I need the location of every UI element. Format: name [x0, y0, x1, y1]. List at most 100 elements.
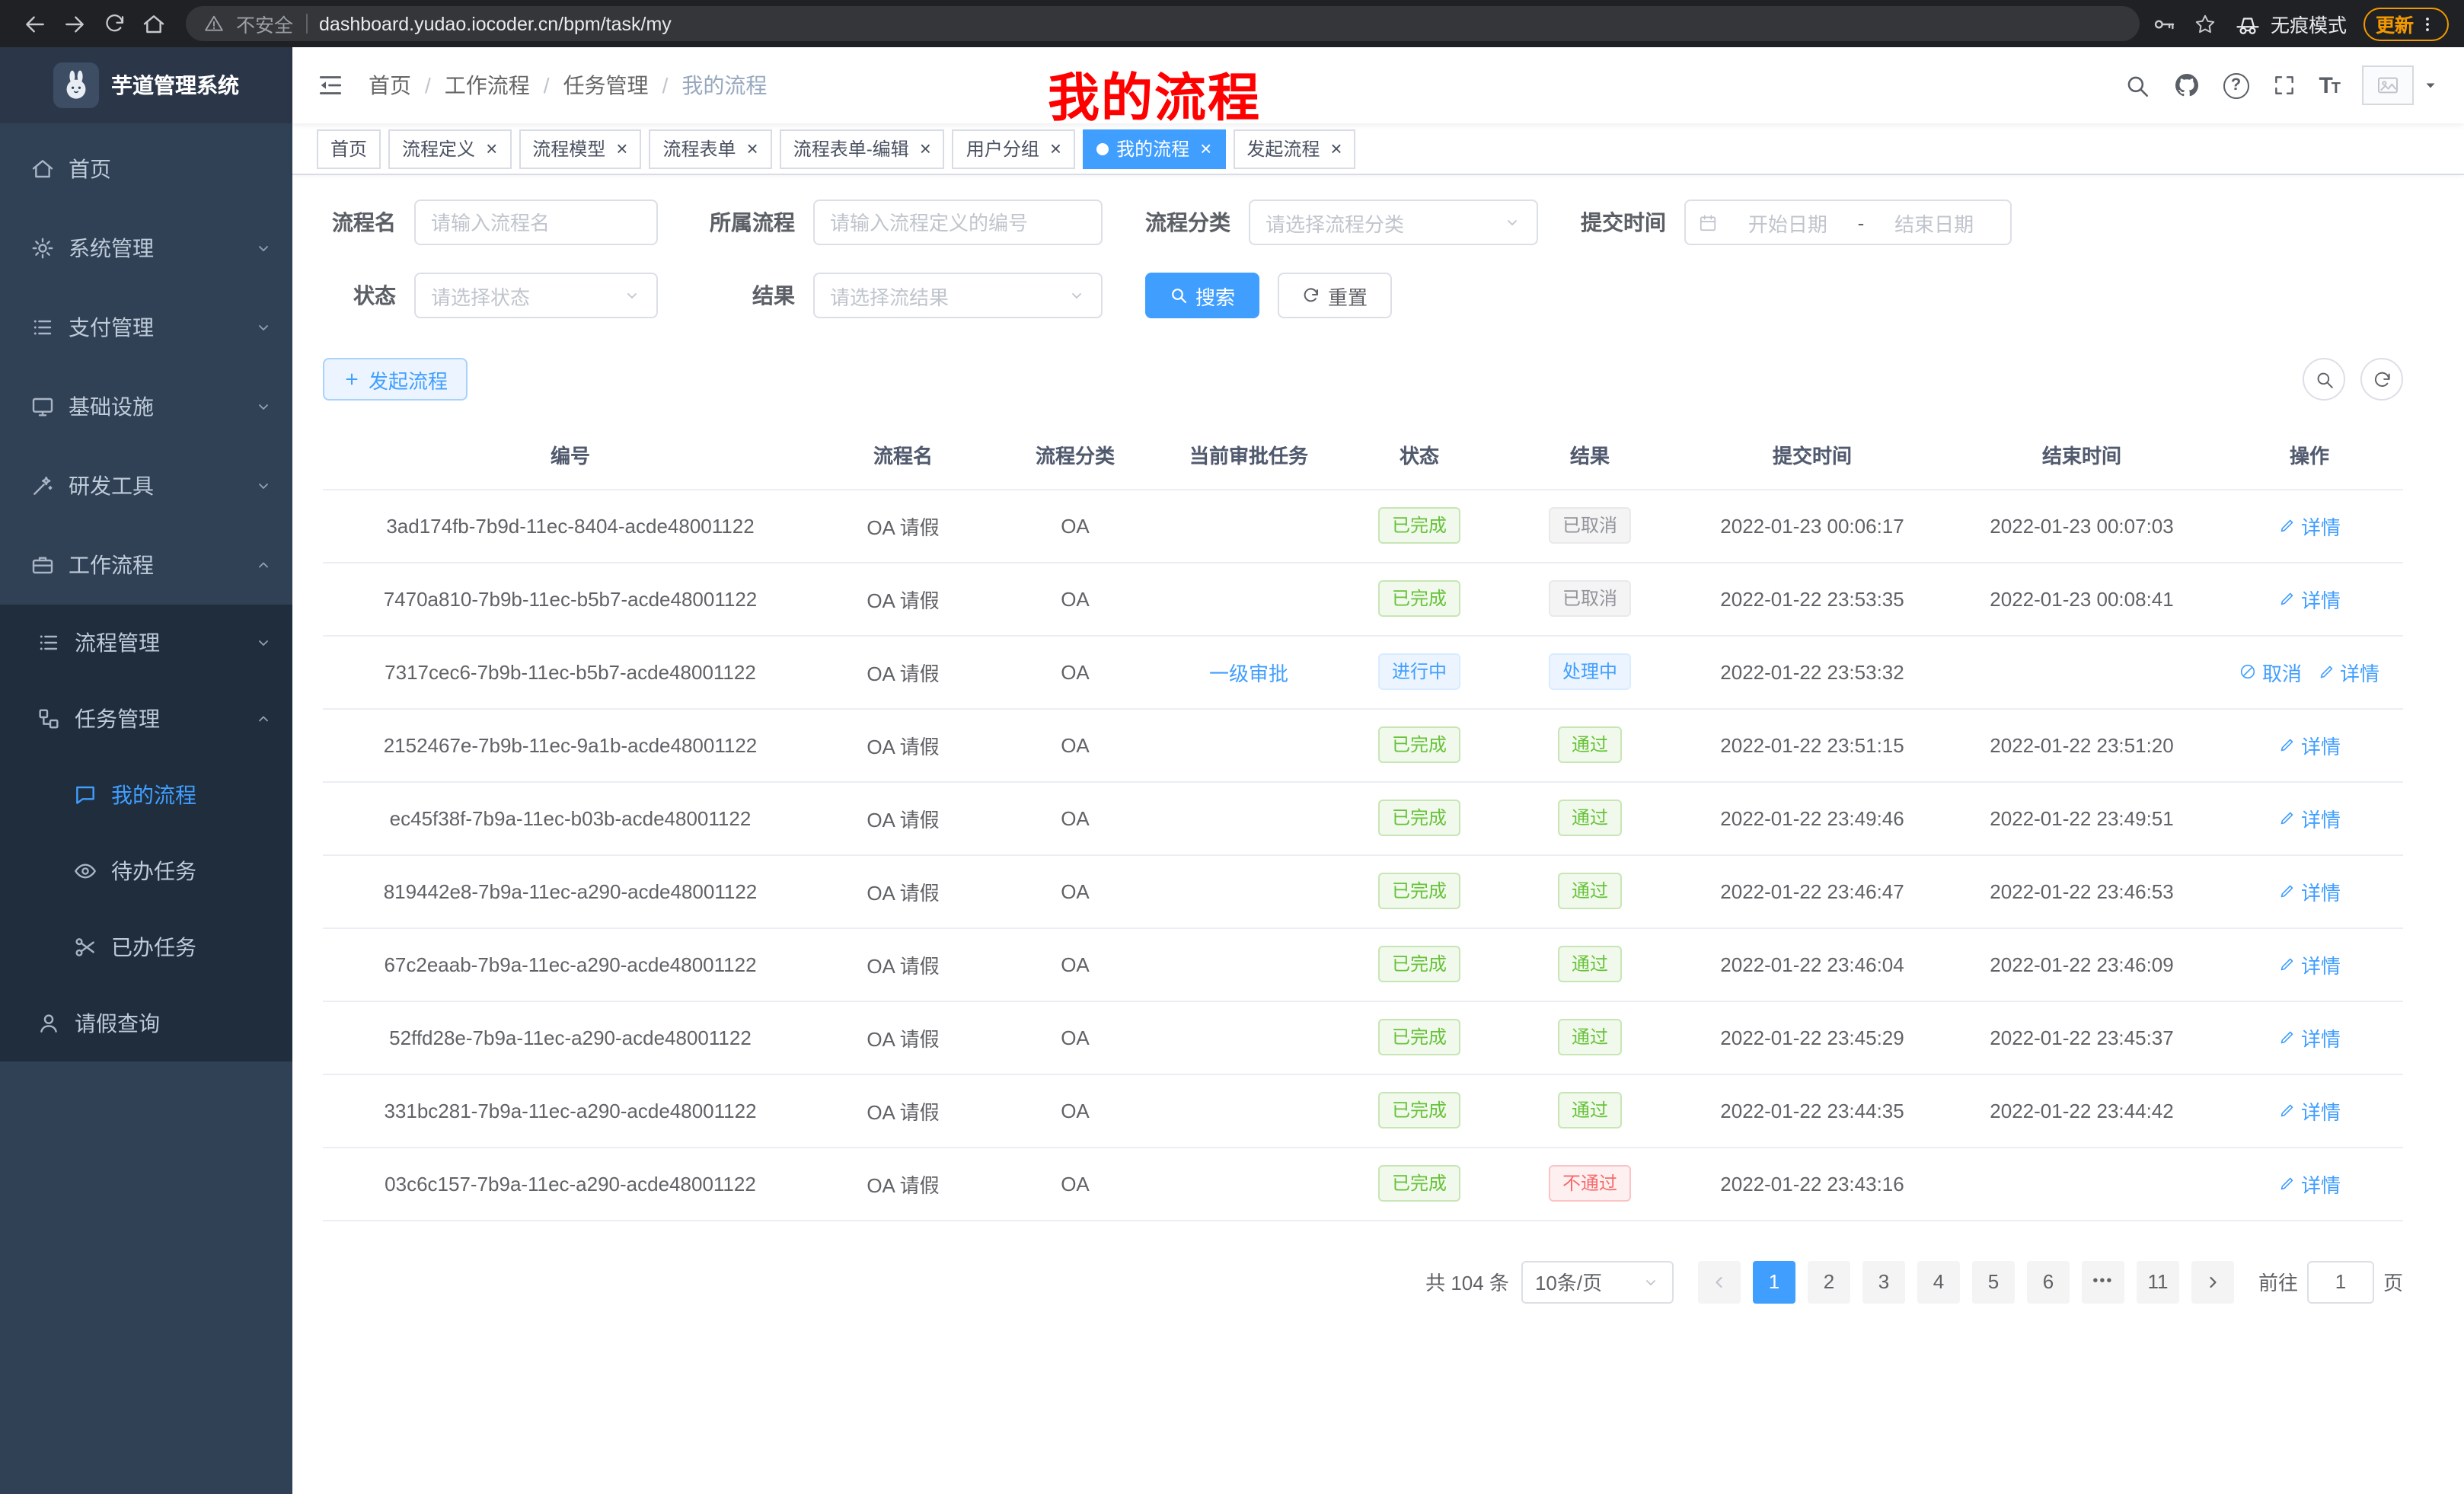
page-button-6[interactable]: 6: [2027, 1260, 2070, 1303]
page-button-1[interactable]: 1: [1753, 1260, 1795, 1303]
sidebar-item-dev-tools[interactable]: 研发工具: [0, 446, 292, 525]
tab-发起流程[interactable]: 发起流程×: [1233, 129, 1355, 168]
page-button-4[interactable]: 4: [1917, 1260, 1960, 1303]
table-row: 2152467e-7b9b-11ec-9a1b-acde48001122OA 请…: [323, 708, 2403, 781]
detail-action-link[interactable]: 详情: [2278, 730, 2341, 759]
result-tag: 已取消: [1549, 507, 1631, 544]
page-size-select[interactable]: 10条/页: [1521, 1260, 1674, 1303]
page-button-11[interactable]: 11: [2137, 1260, 2179, 1303]
security-label[interactable]: 不安全: [236, 9, 293, 38]
password-key-button[interactable]: [2152, 11, 2176, 36]
detail-action-link[interactable]: 详情: [2278, 1169, 2341, 1198]
process-definition-input-field[interactable]: [830, 211, 1086, 234]
col-header-id: 编号: [323, 422, 818, 489]
detail-action-link[interactable]: 详情: [2278, 803, 2341, 832]
prev-page-button[interactable]: [1698, 1260, 1741, 1303]
page-button-5[interactable]: 5: [1972, 1260, 2015, 1303]
sidebar-item-home[interactable]: 首页: [0, 129, 292, 209]
detail-action-link[interactable]: 详情: [2278, 1096, 2341, 1125]
submit-time-range-picker[interactable]: 开始日期 - 结束日期: [1684, 200, 2012, 245]
chevron-down-icon: [254, 318, 273, 337]
sidebar-item-system-mgmt[interactable]: 系统管理: [0, 209, 292, 288]
url-text[interactable]: dashboard.yudao.iocoder.cn/bpm/task/my: [319, 13, 672, 34]
tab-close-icon[interactable]: ×: [1050, 139, 1061, 158]
user-menu[interactable]: [2362, 65, 2440, 105]
header-search-button[interactable]: [2124, 72, 2150, 98]
page-button-3[interactable]: 3: [1862, 1260, 1905, 1303]
cell-current-task: [1162, 562, 1336, 635]
browser-reload-button[interactable]: [94, 4, 134, 43]
tab-close-icon[interactable]: ×: [1200, 139, 1211, 158]
sidebar-item-workflow[interactable]: 工作流程: [0, 525, 292, 605]
process-definition-input[interactable]: [813, 200, 1103, 245]
date-start-placeholder[interactable]: 开始日期: [1724, 208, 1852, 237]
detail-action-link[interactable]: 详情: [2278, 584, 2341, 613]
browser-forward-button[interactable]: [55, 4, 94, 43]
process-name-input-field[interactable]: [431, 211, 641, 234]
tab-close-icon[interactable]: ×: [616, 139, 627, 158]
goto-page-input[interactable]: [2307, 1260, 2374, 1303]
date-end-placeholder[interactable]: 结束日期: [1870, 208, 1998, 237]
sidebar-item-label: 待办任务: [111, 856, 273, 886]
browser-home-button[interactable]: [134, 4, 174, 43]
browser-update-menu-button[interactable]: 更新: [2363, 7, 2449, 40]
detail-action-link[interactable]: 详情: [2317, 657, 2379, 686]
breadcrumb-task-mgmt[interactable]: 任务管理: [563, 70, 649, 101]
next-page-button[interactable]: [2191, 1260, 2234, 1303]
user-icon: [37, 1011, 61, 1036]
cell-result: 通过: [1503, 781, 1677, 854]
create-process-button[interactable]: 发起流程: [323, 358, 468, 401]
sidebar-item-process-mgmt[interactable]: 流程管理: [0, 605, 292, 681]
reset-button[interactable]: 重置: [1278, 273, 1392, 318]
fullscreen-button[interactable]: [2271, 73, 2296, 97]
process-name-input[interactable]: [414, 200, 658, 245]
tab-close-icon[interactable]: ×: [747, 139, 758, 158]
tab-流程表单-编辑[interactable]: 流程表单-编辑×: [780, 129, 945, 168]
tab-我的流程[interactable]: 我的流程×: [1083, 129, 1225, 168]
breadcrumb-workflow[interactable]: 工作流程: [445, 70, 530, 101]
sidebar-item-leave-query[interactable]: 请假查询: [0, 985, 292, 1061]
status-select[interactable]: 请选择状态: [414, 273, 658, 318]
detail-action-link[interactable]: 详情: [2278, 511, 2341, 540]
tab-close-icon[interactable]: ×: [920, 139, 931, 158]
list-icon: [37, 630, 61, 655]
tab-流程模型[interactable]: 流程模型×: [519, 129, 641, 168]
font-size-button[interactable]: TT: [2319, 72, 2339, 98]
help-button[interactable]: ?: [2223, 72, 2249, 98]
bookmark-button[interactable]: [2193, 11, 2217, 36]
sidebar-item-infrastructure[interactable]: 基础设施: [0, 367, 292, 446]
cell-name: OA 请假: [818, 927, 988, 1001]
sidebar-item-task-mgmt[interactable]: 任务管理: [0, 681, 292, 757]
sidebar-item-todo-tasks[interactable]: 待办任务: [0, 833, 292, 909]
detail-action-link[interactable]: 详情: [2278, 1023, 2341, 1052]
result-select[interactable]: 请选择流结果: [813, 273, 1103, 318]
page-button-list: 123456 ••• 11: [1698, 1260, 2234, 1303]
sidebar-item-done-tasks[interactable]: 已办任务: [0, 909, 292, 985]
tab-流程定义[interactable]: 流程定义×: [388, 129, 511, 168]
refresh-table-button[interactable]: [2360, 358, 2403, 401]
detail-action-link[interactable]: 详情: [2278, 950, 2341, 978]
cancel-action-link[interactable]: 取消: [2239, 657, 2302, 686]
page-ellipsis-button[interactable]: •••: [2082, 1260, 2124, 1303]
current-task-link[interactable]: 一级审批: [1209, 662, 1288, 685]
cell-actions: 详情: [2216, 854, 2403, 927]
tab-close-icon[interactable]: ×: [1330, 139, 1342, 158]
app-logo[interactable]: 芋道管理系统: [0, 47, 292, 123]
category-select[interactable]: 请选择流程分类: [1249, 200, 1538, 245]
tab-close-icon[interactable]: ×: [486, 139, 497, 158]
browser-back-button[interactable]: [15, 4, 55, 43]
page-button-2[interactable]: 2: [1808, 1260, 1850, 1303]
tab-首页[interactable]: 首页: [317, 129, 381, 168]
search-button[interactable]: 搜索: [1145, 273, 1259, 318]
cell-submit-time: 2022-01-22 23:45:29: [1677, 1001, 1948, 1074]
sidebar-item-payment-mgmt[interactable]: 支付管理: [0, 288, 292, 367]
address-bar[interactable]: 不安全 dashboard.yudao.iocoder.cn/bpm/task/…: [186, 6, 2140, 41]
detail-action-link[interactable]: 详情: [2278, 876, 2341, 905]
sidebar-item-my-process[interactable]: 我的流程: [0, 757, 292, 833]
tab-流程表单[interactable]: 流程表单×: [649, 129, 771, 168]
toggle-search-button[interactable]: [2303, 358, 2345, 401]
tab-用户分组[interactable]: 用户分组×: [953, 129, 1075, 168]
github-link[interactable]: [2172, 72, 2200, 99]
sidebar-collapse-button[interactable]: [317, 72, 344, 99]
breadcrumb-home[interactable]: 首页: [369, 70, 411, 101]
